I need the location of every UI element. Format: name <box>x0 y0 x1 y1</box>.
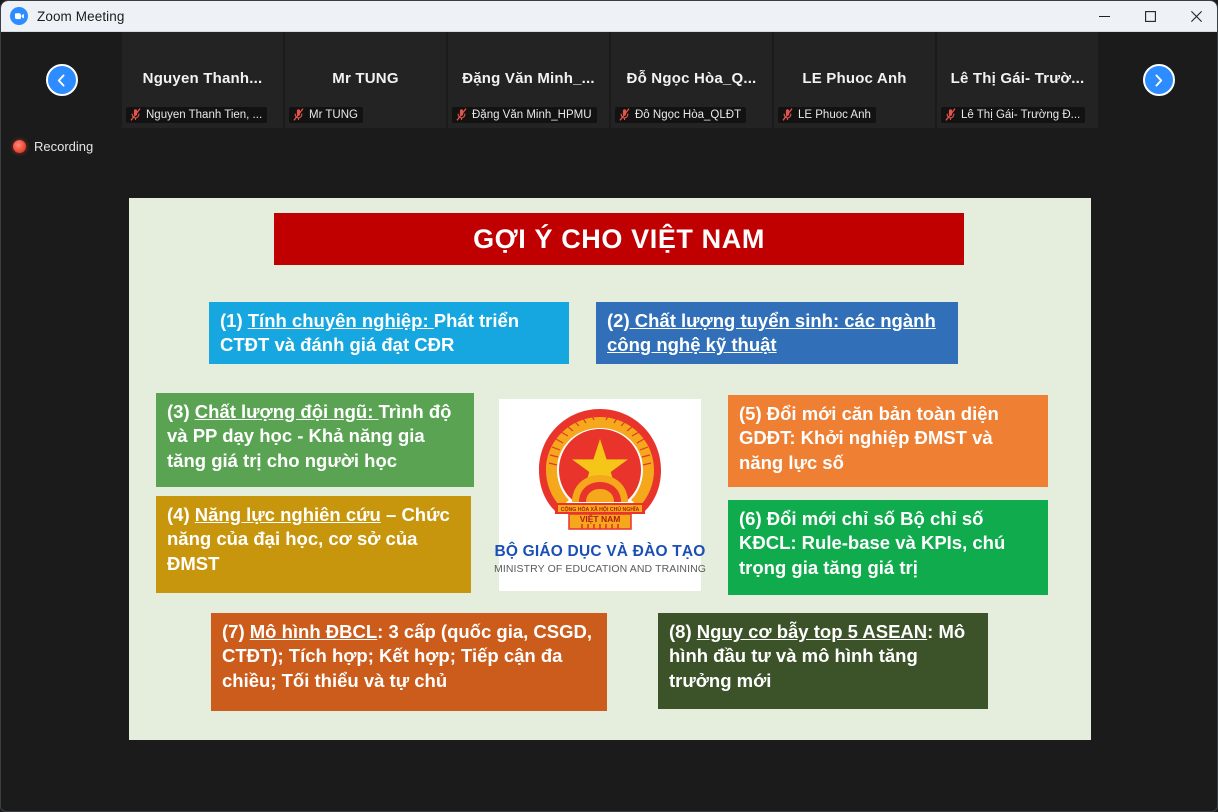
ministry-emblem: CỘNG HÒA XÃ HỘI CHỦ NGHĨA VIỆT NAM BỘ GI… <box>494 399 706 591</box>
recording-indicator[interactable]: Recording <box>13 139 93 154</box>
window-title-bar: Zoom Meeting <box>1 1 1217 32</box>
box-4-heading: Năng lực nghiên cứu <box>194 504 381 525</box>
slide-title-banner: GỢI Ý CHO VIỆT NAM <box>274 213 964 265</box>
participant-display-name: Đỗ Ngọc Hòa_Q... <box>626 69 757 87</box>
slide-title-text: GỢI Ý CHO VIỆT NAM <box>473 223 765 254</box>
slide-box-1: (1) Tính chuyên nghiệp: Phát triển CTĐT … <box>209 302 569 364</box>
box-7-prefix: (7) <box>222 621 250 642</box>
participant-name-badge: Đặng Văn Minh_HPMU <box>452 107 597 123</box>
participant-label-text: Đỗ Ngọc Hòa_QLĐT <box>635 108 742 121</box>
slide-box-2: (2) Chất lượng tuyển sinh: các ngành côn… <box>596 302 958 364</box>
maximize-button[interactable] <box>1127 1 1173 32</box>
participant-name-badge: Đỗ Ngọc Hòa_QLĐT <box>615 107 747 123</box>
slide-box-4: (4) Năng lực nghiên cứu – Chức năng của … <box>156 496 471 593</box>
filmstrip-next-button[interactable] <box>1142 64 1175 96</box>
microphone-muted-icon <box>130 108 141 121</box>
participant-label-text: Đặng Văn Minh_HPMU <box>472 108 592 121</box>
filmstrip-next-zone <box>1098 32 1217 128</box>
box-8-heading: Nguy cơ bẫy top 5 ASEAN <box>696 621 928 642</box>
participant-thumbnails: Nguyen Thanh... Nguyen Thanh Tien, ... M… <box>122 32 1098 128</box>
participant-display-name: Lê Thị Gái- Trườ... <box>950 69 1085 87</box>
box-3-heading: Chất lượng đội ngũ: <box>194 401 379 422</box>
box-4-prefix: (4) <box>167 504 195 525</box>
window-title: Zoom Meeting <box>37 8 125 24</box>
slide-box-7: (7) Mô hình ĐBCL: 3 cấp (quốc gia, CSGD,… <box>211 613 607 711</box>
box-8-prefix: (8) <box>669 621 697 642</box>
box-3-prefix: (3) <box>167 401 195 422</box>
microphone-muted-icon <box>619 108 630 121</box>
close-button[interactable] <box>1173 1 1217 32</box>
participant-thumbnail[interactable]: Lê Thị Gái- Trườ... Lê Thị Gái- Trường Đ… <box>937 32 1098 128</box>
shared-screen-slide[interactable]: GỢI Ý CHO VIỆT NAM (1) Tính chuyên nghiệ… <box>129 198 1091 740</box>
participant-display-name: Đặng Văn Minh_... <box>462 69 595 87</box>
participant-filmstrip: Nguyen Thanh... Nguyen Thanh Tien, ... M… <box>1 32 1217 128</box>
box-1-heading: Tính chuyên nghiệp: <box>247 310 434 331</box>
participant-thumbnail[interactable]: LE Phuoc Anh LE Phuoc Anh <box>774 32 935 128</box>
chevron-left-icon <box>57 74 65 86</box>
slide-box-6: (6) Đổi mới chỉ số Bộ chỉ số KĐCL: Rule-… <box>728 500 1048 595</box>
slide-box-5: (5) Đổi mới căn bản toàn diện GDĐT: Khởi… <box>728 395 1048 487</box>
box-2-prefix: (2) <box>607 310 630 331</box>
participant-display-name: LE Phuoc Anh <box>802 69 907 87</box>
svg-text:VIỆT NAM: VIỆT NAM <box>580 513 621 524</box>
box-7-heading: Mô hình ĐBCL <box>249 621 378 642</box>
box-5-body: Đổi mới căn bản toàn diện GDĐT: Khởi ngh… <box>739 403 999 473</box>
box-2-heading: Chất lượng tuyển sinh: các ngành công ng… <box>607 310 936 356</box>
box-5-prefix: (5) <box>739 403 767 424</box>
box-6-prefix: (6) <box>739 508 767 529</box>
filmstrip-prev-button[interactable] <box>45 64 78 96</box>
participant-thumbnail[interactable]: Đỗ Ngọc Hòa_Q... Đỗ Ngọc Hòa_QLĐT <box>611 32 772 128</box>
microphone-muted-icon <box>782 108 793 121</box>
recording-label: Recording <box>34 139 94 154</box>
emblem-title-en: MINISTRY OF EDUCATION AND TRAINING <box>493 563 707 575</box>
emblem-title-vi: BỘ GIÁO DỤC VÀ ĐÀO TẠO <box>494 543 706 560</box>
svg-text:CỘNG HÒA XÃ HỘI CHỦ NGHĨA: CỘNG HÒA XÃ HỘI CHỦ NGHĨA <box>561 505 640 513</box>
vietnam-national-emblem-icon: CỘNG HÒA XÃ HỘI CHỦ NGHĨA VIỆT NAM <box>539 409 661 530</box>
participant-label-text: LE Phuoc Anh <box>798 108 871 121</box>
participant-thumbnail[interactable]: Nguyen Thanh... Nguyen Thanh Tien, ... <box>122 32 283 128</box>
chevron-right-icon <box>1155 74 1163 86</box>
participant-name-badge: LE Phuoc Anh <box>778 107 876 123</box>
participant-label-text: Mr TUNG <box>309 108 358 121</box>
microphone-muted-icon <box>293 108 304 121</box>
microphone-muted-icon <box>456 108 467 121</box>
participant-thumbnail[interactable]: Đặng Văn Minh_... Đặng Văn Minh_HPMU <box>448 32 609 128</box>
participant-name-badge: Lê Thị Gái- Trường Đ... <box>941 107 1086 123</box>
box-1-prefix: (1) <box>220 310 248 331</box>
participant-name-badge: Mr TUNG <box>289 107 363 123</box>
participant-display-name: Nguyen Thanh... <box>142 69 263 87</box>
participant-label-text: Nguyen Thanh Tien, ... <box>146 108 263 121</box>
slide-box-3: (3) Chất lượng đội ngũ: Trình độ và PP d… <box>156 393 474 487</box>
filmstrip-prev-zone <box>1 32 122 128</box>
microphone-muted-icon <box>945 108 956 121</box>
slide-box-8: (8) Nguy cơ bẫy top 5 ASEAN: Mô hình đầu… <box>658 613 988 709</box>
participant-thumbnail[interactable]: Mr TUNG Mr TUNG <box>285 32 446 128</box>
box-6-body: Đổi mới chỉ số Bộ chỉ số KĐCL: Rule-base… <box>739 508 1006 578</box>
participant-display-name: Mr TUNG <box>332 69 399 87</box>
recording-dot-icon <box>13 140 26 153</box>
zoom-logo-icon <box>10 7 28 25</box>
participant-label-text: Lê Thị Gái- Trường Đ... <box>961 108 1081 121</box>
participant-name-badge: Nguyen Thanh Tien, ... <box>126 107 268 123</box>
minimize-button[interactable] <box>1081 1 1127 32</box>
zoom-meeting-window: Zoom Meeting Nguyen Thanh... Nguyen Than… <box>0 0 1218 812</box>
